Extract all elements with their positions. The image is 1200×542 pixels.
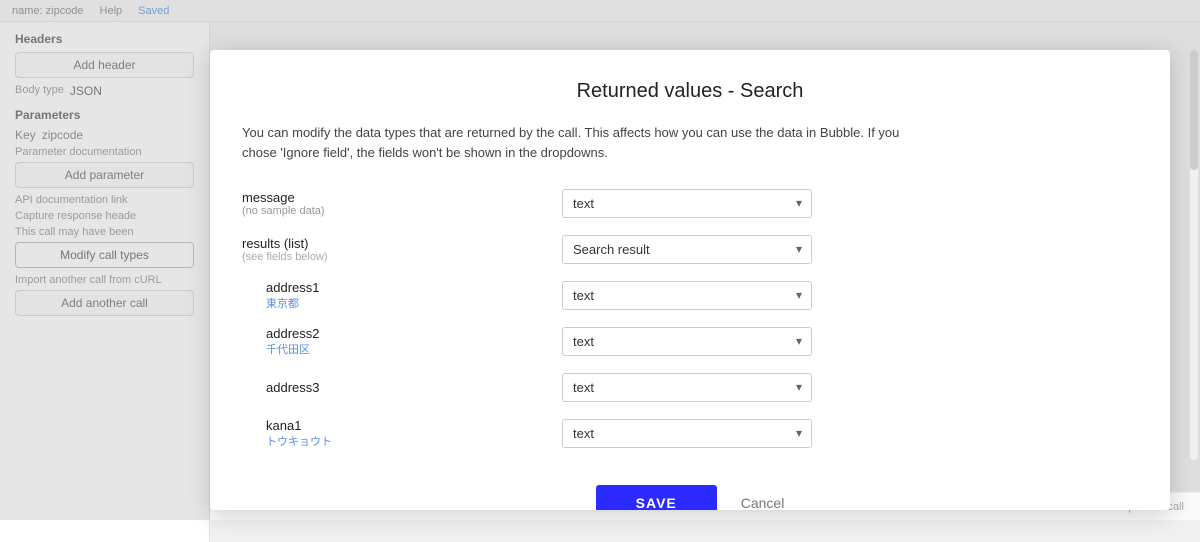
field-name: address2 xyxy=(266,326,562,341)
field-sub-label: (see fields below) xyxy=(242,251,562,263)
field-select-col: textnumberbooleandateIgnore field xyxy=(562,419,822,448)
modal-scrollbar[interactable] xyxy=(1190,50,1198,460)
field-row: kana1トウキョウトtextnumberbooleandateIgnore f… xyxy=(242,415,1138,451)
field-select-col: Search resulttextnumberIgnore field xyxy=(562,235,822,264)
field-sub-label: (no sample data) xyxy=(242,205,562,217)
field-type-select[interactable]: textnumberbooleandateIgnore field xyxy=(562,189,812,218)
field-type-select[interactable]: textnumberbooleandateIgnore field xyxy=(562,281,812,310)
field-type-select[interactable]: textnumberbooleandateIgnore field xyxy=(562,373,812,402)
field-name: kana1 xyxy=(266,418,562,433)
field-name: message xyxy=(242,190,562,205)
field-label-col: address1東京都 xyxy=(242,280,562,311)
field-name: address1 xyxy=(266,280,562,295)
field-select-col: textnumberbooleandateIgnore field xyxy=(562,327,822,356)
field-label-col: results (list)(see fields below) xyxy=(242,236,562,263)
cancel-button[interactable]: Cancel xyxy=(741,495,785,510)
field-select-col: textnumberbooleandateIgnore field xyxy=(562,189,822,218)
field-row: results (list)(see fields below)Search r… xyxy=(242,231,1138,267)
field-row: address1東京都textnumberbooleandateIgnore f… xyxy=(242,277,1138,313)
field-sub-label: 東京都 xyxy=(266,295,562,311)
save-button[interactable]: SAVE xyxy=(596,485,717,510)
field-row: message(no sample data)textnumberboolean… xyxy=(242,185,1138,221)
field-select-col: textnumberbooleandateIgnore field xyxy=(562,373,822,402)
modal-dialog: Returned values - Search You can modify … xyxy=(210,50,1170,510)
field-label-col: message(no sample data) xyxy=(242,190,562,217)
field-label-col: address3 xyxy=(242,380,562,395)
modal-footer: SAVE Cancel xyxy=(242,475,1138,510)
field-type-select[interactable]: textnumberbooleandateIgnore field xyxy=(562,327,812,356)
field-type-select[interactable]: textnumberbooleandateIgnore field xyxy=(562,419,812,448)
field-row: address2千代田区textnumberbooleandateIgnore … xyxy=(242,323,1138,359)
field-type-select[interactable]: Search resulttextnumberIgnore field xyxy=(562,235,812,264)
field-select-col: textnumberbooleandateIgnore field xyxy=(562,281,822,310)
field-row: address3textnumberbooleandateIgnore fiel… xyxy=(242,369,1138,405)
field-name: address3 xyxy=(266,380,562,395)
modal-description: You can modify the data types that are r… xyxy=(242,123,902,163)
modal-title: Returned values - Search xyxy=(242,80,1138,103)
field-label-col: address2千代田区 xyxy=(242,326,562,357)
field-sub-label: トウキョウト xyxy=(266,433,562,449)
scrollbar-thumb[interactable] xyxy=(1190,50,1198,170)
field-label-col: kana1トウキョウト xyxy=(242,418,562,449)
field-name: results (list) xyxy=(242,236,562,251)
field-sub-label: 千代田区 xyxy=(266,341,562,357)
